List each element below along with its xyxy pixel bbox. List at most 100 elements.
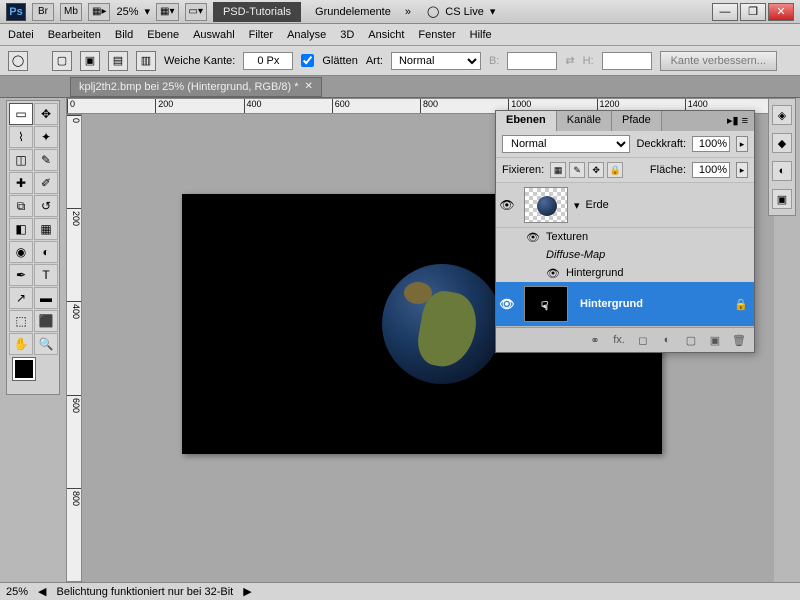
menu-auswahl[interactable]: Auswahl bbox=[193, 29, 235, 41]
ps-logo-icon: Ps bbox=[6, 3, 26, 21]
marquee-tool[interactable]: ▭ bbox=[9, 103, 33, 125]
mask-icon[interactable]: ◻ bbox=[634, 332, 652, 348]
close-button[interactable]: ✕ bbox=[768, 3, 794, 21]
gradient-tool[interactable]: ▦ bbox=[34, 218, 58, 240]
tool-preset-icon[interactable]: ◯ bbox=[8, 51, 28, 71]
background-sub-item[interactable]: 👁Hintergrund bbox=[496, 264, 754, 282]
move-tool[interactable]: ✥ bbox=[34, 103, 58, 125]
close-tab-icon[interactable]: ✕ bbox=[305, 81, 313, 92]
lock-move-icon[interactable]: ✥ bbox=[588, 162, 604, 178]
shape-tool[interactable]: ▬ bbox=[34, 287, 58, 309]
workspace-tab-1[interactable]: PSD-Tutorials bbox=[213, 2, 301, 22]
lock-pixels-icon[interactable]: ▦ bbox=[550, 162, 566, 178]
link-icon[interactable]: ⚭ bbox=[586, 332, 604, 348]
3d-cam-tool[interactable]: ⬛ bbox=[34, 310, 58, 332]
type-tool[interactable]: T bbox=[34, 264, 58, 286]
visibility-icon[interactable]: 👁 bbox=[496, 297, 518, 311]
workspace-tab-2[interactable]: Grundelemente bbox=[307, 3, 399, 21]
tools-panel: ▭ ✥ ⌇ ✦ ◫ ✎ ✚ ✐ ⧉ ↺ ◧ ▦ ◉ ◐ ✒ T ↗ ▬ ⬚ ⬛ … bbox=[6, 100, 60, 395]
panel-menu-icon[interactable]: ▸▮ ≡ bbox=[721, 111, 754, 131]
crop-tool[interactable]: ◫ bbox=[9, 149, 33, 171]
eraser-tool[interactable]: ◧ bbox=[9, 218, 33, 240]
hand-tool[interactable]: ✋ bbox=[9, 333, 33, 355]
heal-tool[interactable]: ✚ bbox=[9, 172, 33, 194]
dodge-tool[interactable]: ◐ bbox=[34, 241, 58, 263]
layer-thumbnail[interactable] bbox=[524, 187, 568, 223]
history-brush-tool[interactable]: ↺ bbox=[34, 195, 58, 217]
menu-fenster[interactable]: Fenster bbox=[418, 29, 455, 41]
wand-tool[interactable]: ✦ bbox=[34, 126, 58, 148]
style-select[interactable]: Normal bbox=[391, 52, 481, 70]
layer-hintergrund[interactable]: 👁 ☟ Hintergrund 🔒 bbox=[496, 282, 754, 327]
layer-erde[interactable]: 👁 ▾ Erde bbox=[496, 183, 754, 228]
br-button[interactable]: Br bbox=[32, 3, 54, 21]
refine-edge-button[interactable]: Kante verbessern... bbox=[660, 51, 777, 71]
textures-group[interactable]: 👁Texturen bbox=[496, 228, 754, 246]
tab-kanale[interactable]: Kanäle bbox=[557, 111, 612, 131]
eyedropper-tool[interactable]: ✎ bbox=[34, 149, 58, 171]
lock-brush-icon[interactable]: ✎ bbox=[569, 162, 585, 178]
mask-icon[interactable]: ▣ bbox=[772, 189, 792, 209]
group-icon[interactable]: ▢ bbox=[682, 332, 700, 348]
menu-ebene[interactable]: Ebene bbox=[147, 29, 179, 41]
menu-3d[interactable]: 3D bbox=[340, 29, 354, 41]
visibility-icon[interactable]: 👁 bbox=[496, 198, 518, 212]
film-icon[interactable]: ▦▸ bbox=[88, 3, 110, 21]
fill-input[interactable] bbox=[692, 162, 730, 178]
lasso-tool[interactable]: ⌇ bbox=[9, 126, 33, 148]
styles-icon[interactable]: ◆ bbox=[772, 133, 792, 153]
zoom-tool[interactable]: 🔍 bbox=[34, 333, 58, 355]
new-layer-icon[interactable]: ▣ bbox=[706, 332, 724, 348]
stamp-tool[interactable]: ⧉ bbox=[9, 195, 33, 217]
menu-analyse[interactable]: Analyse bbox=[287, 29, 326, 41]
tab-pfade[interactable]: Pfade bbox=[612, 111, 662, 131]
zoom-label[interactable]: 25% bbox=[116, 6, 138, 18]
antialias-checkbox[interactable] bbox=[301, 54, 314, 67]
fx-icon[interactable]: fx. bbox=[610, 332, 628, 348]
brush-tool[interactable]: ✐ bbox=[34, 172, 58, 194]
pen-tool[interactable]: ✒ bbox=[9, 264, 33, 286]
maximize-button[interactable]: ❐ bbox=[740, 3, 766, 21]
adjust-layer-icon[interactable]: ◐ bbox=[658, 332, 676, 348]
blend-mode-select[interactable]: Normal bbox=[502, 135, 630, 153]
menu-ansicht[interactable]: Ansicht bbox=[368, 29, 404, 41]
3d-tool[interactable]: ⬚ bbox=[9, 310, 33, 332]
opacity-arrow-icon[interactable]: ▸ bbox=[736, 136, 748, 152]
hand-cursor-icon: ☟ bbox=[541, 299, 548, 313]
title-bar: Ps Br Mb ▦▸ 25%▾ ▦▾ ▭▾ PSD-Tutorials Gru… bbox=[0, 0, 800, 24]
intersect-sel-icon[interactable]: ▥ bbox=[136, 51, 156, 71]
tab-ebenen[interactable]: Ebenen bbox=[496, 111, 557, 131]
minimize-button[interactable]: — bbox=[712, 3, 738, 21]
new-sel-icon[interactable]: ▢ bbox=[52, 51, 72, 71]
menu-datei[interactable]: Datei bbox=[8, 29, 34, 41]
delete-icon[interactable]: 🗑 bbox=[730, 332, 748, 348]
menu-filter[interactable]: Filter bbox=[249, 29, 273, 41]
menu-bar: Datei Bearbeiten Bild Ebene Auswahl Filt… bbox=[0, 24, 800, 46]
feather-input[interactable] bbox=[243, 52, 293, 70]
opacity-input[interactable] bbox=[692, 136, 730, 152]
sub-sel-icon[interactable]: ▤ bbox=[108, 51, 128, 71]
blur-tool[interactable]: ◉ bbox=[9, 241, 33, 263]
view-icon[interactable]: ▦▾ bbox=[156, 3, 178, 21]
adjust-icon[interactable]: ◐ bbox=[772, 161, 792, 181]
chevron-right-icon[interactable]: » bbox=[405, 6, 411, 18]
menu-bild[interactable]: Bild bbox=[115, 29, 133, 41]
status-zoom[interactable]: 25% bbox=[6, 586, 28, 598]
cslive-button[interactable]: CS Live bbox=[445, 6, 484, 18]
screen-icon[interactable]: ▭▾ bbox=[185, 3, 207, 21]
fill-arrow-icon[interactable]: ▸ bbox=[736, 162, 748, 178]
right-dock: ◈ ◆ ◐ ▣ bbox=[768, 98, 796, 216]
add-sel-icon[interactable]: ▣ bbox=[80, 51, 100, 71]
diffuse-map-item[interactable]: Diffuse-Map bbox=[496, 246, 754, 264]
menu-hilfe[interactable]: Hilfe bbox=[470, 29, 492, 41]
mb-button[interactable]: Mb bbox=[60, 3, 82, 21]
layer-thumbnail[interactable]: ☟ bbox=[524, 286, 568, 322]
menu-bearbeiten[interactable]: Bearbeiten bbox=[48, 29, 101, 41]
color-swatches[interactable] bbox=[9, 356, 58, 392]
swatches-icon[interactable]: ◈ bbox=[772, 105, 792, 125]
lock-all-icon[interactable]: 🔒 bbox=[607, 162, 623, 178]
document-tab[interactable]: kplj2th2.bmp bei 25% (Hintergrund, RGB/8… bbox=[70, 77, 322, 97]
height-input bbox=[602, 52, 652, 70]
ruler-vertical[interactable]: 0200400600800 bbox=[66, 114, 82, 582]
path-tool[interactable]: ↗ bbox=[9, 287, 33, 309]
